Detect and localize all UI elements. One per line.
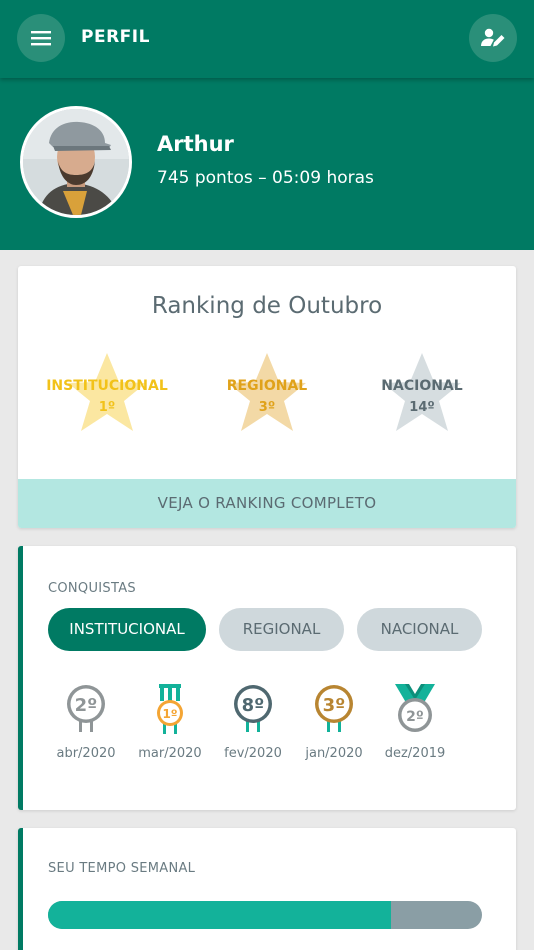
ranking-position: 1º (98, 400, 116, 415)
hamburger-menu-icon (31, 31, 51, 46)
tab-nacional[interactable]: NACIONAL (357, 608, 482, 651)
badge-medal-icon: 8º (234, 685, 272, 732)
medal-date: abr/2020 (56, 746, 116, 761)
edit-profile-icon (481, 28, 505, 47)
medal-number: 8º (242, 695, 265, 716)
ranking-label: INSTITUCIONAL (46, 378, 168, 394)
full-ranking-button[interactable]: VEJA O RANKING COMPLETO (18, 479, 516, 528)
ribbon-medal-icon: 1º (157, 684, 183, 734)
ranking-item-regional[interactable]: REGIONAL 3º (197, 352, 337, 438)
weekly-time-card: SEU TEMPO SEMANAL (18, 828, 516, 950)
medal-number: 2º (406, 709, 424, 725)
medal-item[interactable]: 2º abr/2020 (46, 684, 126, 766)
medal-date: fev/2020 (224, 746, 282, 761)
badge-medal-icon: 2º (67, 685, 105, 732)
medal-date: mar/2020 (138, 746, 202, 761)
tab-regional[interactable]: REGIONAL (219, 608, 344, 651)
ranking-position: 14º (409, 400, 435, 415)
user-name: Arthur (157, 132, 234, 156)
profile-header: Arthur 745 pontos – 05:09 horas (0, 78, 534, 250)
menu-button[interactable] (17, 14, 65, 62)
badge-medal-icon: 3º (315, 685, 353, 732)
ranking-item-nacional[interactable]: NACIONAL 14º (352, 352, 492, 438)
avatar-photo (23, 109, 129, 215)
medal-number: 1º (162, 707, 177, 721)
achievements-card: CONQUISTAS INSTITUCIONAL REGIONAL NACION… (18, 546, 516, 810)
user-stats: 745 pontos – 05:09 horas (157, 168, 374, 188)
ranking-position: 3º (258, 400, 276, 415)
wide-ribbon-medal-icon: 2º (395, 684, 435, 732)
medal-item[interactable]: 1º mar/2020 (130, 684, 210, 766)
tab-institucional[interactable]: INSTITUCIONAL (48, 608, 206, 651)
app-bar: PERFIL (0, 0, 534, 78)
medal-date: dez/2019 (384, 746, 446, 761)
medal-date: jan/2020 (305, 746, 363, 761)
page-title: PERFIL (81, 27, 150, 47)
avatar[interactable] (20, 106, 132, 218)
medal-item[interactable]: 2º dez/2019 (375, 684, 455, 766)
achievements-label: CONQUISTAS (48, 581, 136, 596)
ranking-label: NACIONAL (381, 378, 463, 394)
weekly-time-label: SEU TEMPO SEMANAL (48, 861, 196, 876)
medal-number: 2º (75, 695, 98, 716)
ranking-item-institucional[interactable]: INSTITUCIONAL 1º (37, 352, 177, 438)
ranking-title: Ranking de Outubro (151, 293, 383, 319)
weekly-time-progress-bar (48, 901, 482, 929)
medal-item[interactable]: 3º jan/2020 (294, 684, 374, 766)
medal-item[interactable]: 8º fev/2020 (213, 684, 293, 766)
weekly-time-progress-fill (48, 901, 391, 929)
ranking-card: Ranking de Outubro INSTITUCIONAL 1º REGI… (18, 266, 516, 528)
ranking-label: REGIONAL (226, 378, 308, 394)
medal-number: 3º (323, 695, 346, 716)
edit-profile-button[interactable] (469, 14, 517, 62)
